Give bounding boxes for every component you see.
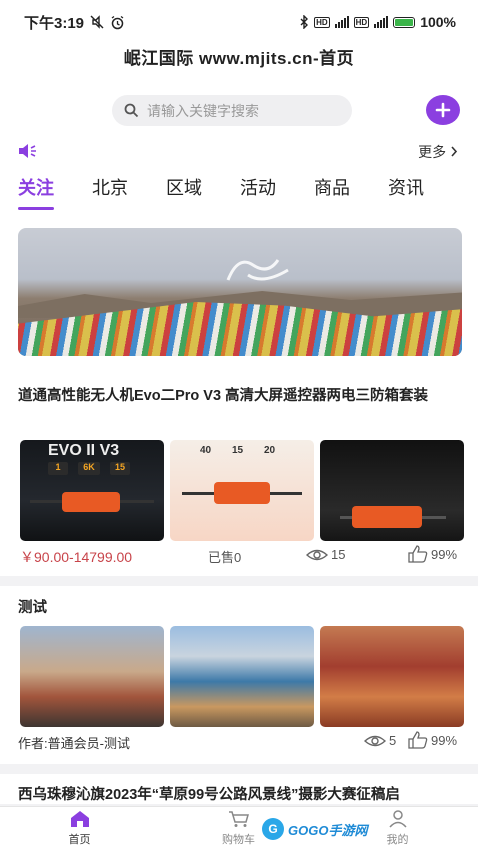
search-icon	[124, 103, 139, 118]
search-row: 请输入关键字搜索	[0, 80, 478, 136]
like-rate[interactable]: 99%	[408, 731, 457, 749]
watermark-logo-icon: G	[262, 818, 284, 840]
tab-activity[interactable]: 活动	[240, 166, 276, 214]
image-text: 6K	[78, 462, 100, 475]
thumbs-up-icon	[408, 731, 428, 749]
search-placeholder: 请输入关键字搜索	[147, 102, 259, 119]
image-text: 15	[110, 462, 130, 475]
product-image[interactable]: EVO II V3 1 6K 15	[20, 440, 164, 541]
add-button[interactable]	[426, 95, 460, 125]
product-image[interactable]	[320, 440, 464, 541]
cart-icon	[228, 811, 249, 827]
drone-body	[214, 482, 270, 504]
hd-icon: HD	[314, 16, 330, 28]
tab-goods[interactable]: 商品	[314, 166, 350, 214]
drone-body	[352, 506, 422, 528]
post-author: 作者:普通会员-测试	[18, 736, 130, 751]
post-card[interactable]: 西乌珠穆沁旗2023年“草原99号公路风景线”摄影大赛征稿启	[0, 774, 478, 804]
banner-image[interactable]	[18, 228, 462, 356]
view-count: 15	[306, 547, 345, 562]
status-right: HD HD 100%	[299, 14, 456, 30]
search-input[interactable]: 请输入关键字搜索	[112, 95, 352, 126]
hd-icon-2: HD	[353, 16, 370, 28]
tab-news[interactable]: 资讯	[388, 166, 424, 214]
plus-icon	[435, 102, 451, 118]
view-count-value: 15	[331, 547, 346, 562]
thumbs-up-icon	[408, 545, 428, 563]
status-time: 下午3:19	[24, 14, 85, 32]
image-text: 1	[48, 462, 68, 475]
mosque-image[interactable]	[170, 626, 314, 727]
chevron-right-icon	[451, 146, 458, 157]
drone-body	[62, 492, 120, 512]
like-rate-value: 99%	[431, 732, 458, 748]
tab-beijing[interactable]: 北京	[92, 166, 128, 214]
view-count-value: 5	[389, 733, 397, 748]
like-rate[interactable]: 99%	[408, 545, 457, 563]
battery-icon	[393, 16, 416, 28]
product-image[interactable]: 40 15 20	[170, 440, 314, 541]
page-title: 岷江国际 www.mjits.cn-首页	[0, 44, 478, 80]
tab-follow[interactable]: 关注	[18, 166, 54, 214]
notice-row: 更多	[0, 136, 478, 166]
post-title: 西乌珠穆沁旗2023年“草原99号公路风景线”摄影大赛征稿启	[18, 787, 400, 803]
watermark-text: GOGO手游网	[288, 822, 368, 838]
tab-region[interactable]: 区域	[166, 166, 202, 214]
speaker-icon[interactable]	[18, 143, 38, 159]
watermark: G GOGO手游网	[258, 816, 372, 842]
signal-icon-2	[374, 16, 389, 28]
image-text: 20	[264, 445, 276, 456]
nav-mine-label: 我的	[386, 834, 409, 846]
image-text: 15	[232, 445, 244, 456]
price-range: ￥90.00-14799.00	[20, 549, 133, 565]
image-text: EVO II V3	[48, 442, 120, 459]
battery-percent: 100%	[420, 14, 456, 30]
category-tabs: 关注 北京 区域 活动 商品 资讯	[0, 166, 478, 216]
like-rate-value: 99%	[431, 546, 458, 562]
post-images: EVO II V3 1 6K 15 40 15 20	[20, 440, 464, 541]
alarm-icon	[111, 15, 124, 29]
home-icon	[70, 811, 89, 827]
eye-icon	[364, 735, 386, 746]
nav-cart-label: 购物车	[222, 834, 255, 846]
calligraphy-mark	[226, 259, 289, 281]
post-title: 测试	[18, 600, 47, 616]
city-image[interactable]	[20, 626, 164, 727]
nav-home[interactable]: 首页	[0, 807, 159, 850]
signal-icon	[334, 16, 349, 28]
mute-icon	[90, 15, 104, 29]
more-label: 更多	[418, 144, 447, 160]
post-title: 道通高性能无人机Evo二Pro V3 高清大屏遥控器两电三防箱套装	[18, 388, 429, 404]
image-text: 40	[200, 445, 212, 456]
user-icon	[388, 810, 407, 828]
view-count: 5	[364, 733, 396, 748]
bluetooth-icon	[300, 15, 309, 29]
banner-section	[0, 216, 478, 370]
more-link[interactable]: 更多	[418, 142, 458, 162]
post-images	[20, 626, 464, 727]
nav-home-label: 首页	[68, 834, 91, 846]
arch-hall-image[interactable]	[320, 626, 464, 727]
post-card[interactable]: 测试 作者:普通会员-测试 5 99%	[0, 586, 478, 764]
status-left: 下午3:19	[24, 12, 125, 33]
eye-icon	[306, 549, 328, 560]
bottom-nav: 首页 购物车 我的	[0, 806, 478, 850]
status-bar: 下午3:19 HD HD 100%	[0, 0, 478, 44]
post-card[interactable]: 道通高性能无人机Evo二Pro V3 高清大屏遥控器两电三防箱套装 EVO II…	[0, 370, 478, 576]
sold-count: 已售0	[208, 550, 242, 565]
